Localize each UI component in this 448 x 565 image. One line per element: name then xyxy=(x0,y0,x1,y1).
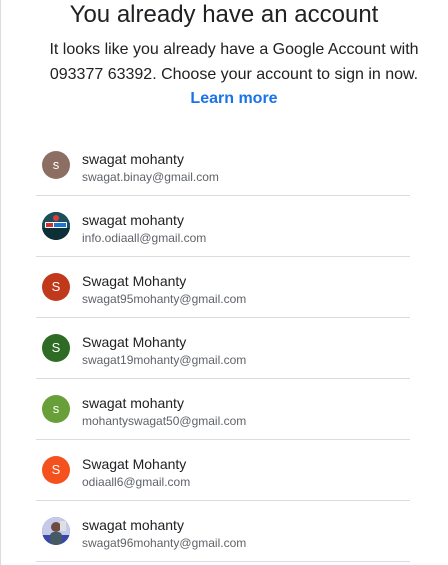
account-item[interactable]: s swagat mohanty swagat.binay@gmail.com xyxy=(36,135,410,196)
avatar: S xyxy=(42,456,70,484)
account-item[interactable]: swagat mohanty swagat96mohanty@gmail.com xyxy=(36,501,410,562)
account-email: swagat19mohanty@gmail.com xyxy=(82,353,247,367)
account-email: swagat.binay@gmail.com xyxy=(82,170,219,184)
account-name: swagat mohanty xyxy=(82,212,184,228)
learn-more-link[interactable]: Learn more xyxy=(190,90,277,107)
left-border xyxy=(0,0,1,565)
account-name: Swagat Mohanty xyxy=(82,334,187,350)
account-name: swagat mohanty xyxy=(82,395,184,411)
account-email: odiaall6@gmail.com xyxy=(82,475,191,489)
account-item[interactable]: S Swagat Mohanty swagat19mohanty@gmail.c… xyxy=(36,318,410,379)
subtitle-text: It looks like you already have a Google … xyxy=(49,41,419,83)
account-email: mohantyswagat50@gmail.com xyxy=(82,414,247,428)
account-item[interactable]: S Swagat Mohanty odiaall6@gmail.com xyxy=(36,440,410,501)
page-title: You already have an account xyxy=(69,1,379,28)
avatar-photo xyxy=(42,517,70,545)
account-email: swagat95mohanty@gmail.com xyxy=(82,292,247,306)
avatar: s xyxy=(42,395,70,423)
account-name: swagat mohanty xyxy=(82,517,184,533)
avatar: s xyxy=(42,151,70,179)
account-name: Swagat Mohanty xyxy=(82,456,187,472)
account-item[interactable]: swagat mohanty info.odiaall@gmail.com xyxy=(36,196,410,257)
account-name: swagat mohanty xyxy=(82,151,184,167)
account-list: s swagat mohanty swagat.binay@gmail.com … xyxy=(36,135,410,562)
avatar: S xyxy=(42,334,70,362)
account-email: info.odiaall@gmail.com xyxy=(82,231,207,245)
avatar: S xyxy=(42,273,70,301)
logo-image-icon xyxy=(42,212,70,240)
account-name: Swagat Mohanty xyxy=(82,273,187,289)
avatar-photo xyxy=(42,212,70,240)
person-photo-icon xyxy=(42,517,70,545)
account-item[interactable]: S Swagat Mohanty swagat95mohanty@gmail.c… xyxy=(36,257,410,318)
account-email: swagat96mohanty@gmail.com xyxy=(82,536,247,550)
page-subtitle: It looks like you already have a Google … xyxy=(44,38,424,112)
account-item[interactable]: s swagat mohanty mohantyswagat50@gmail.c… xyxy=(36,379,410,440)
